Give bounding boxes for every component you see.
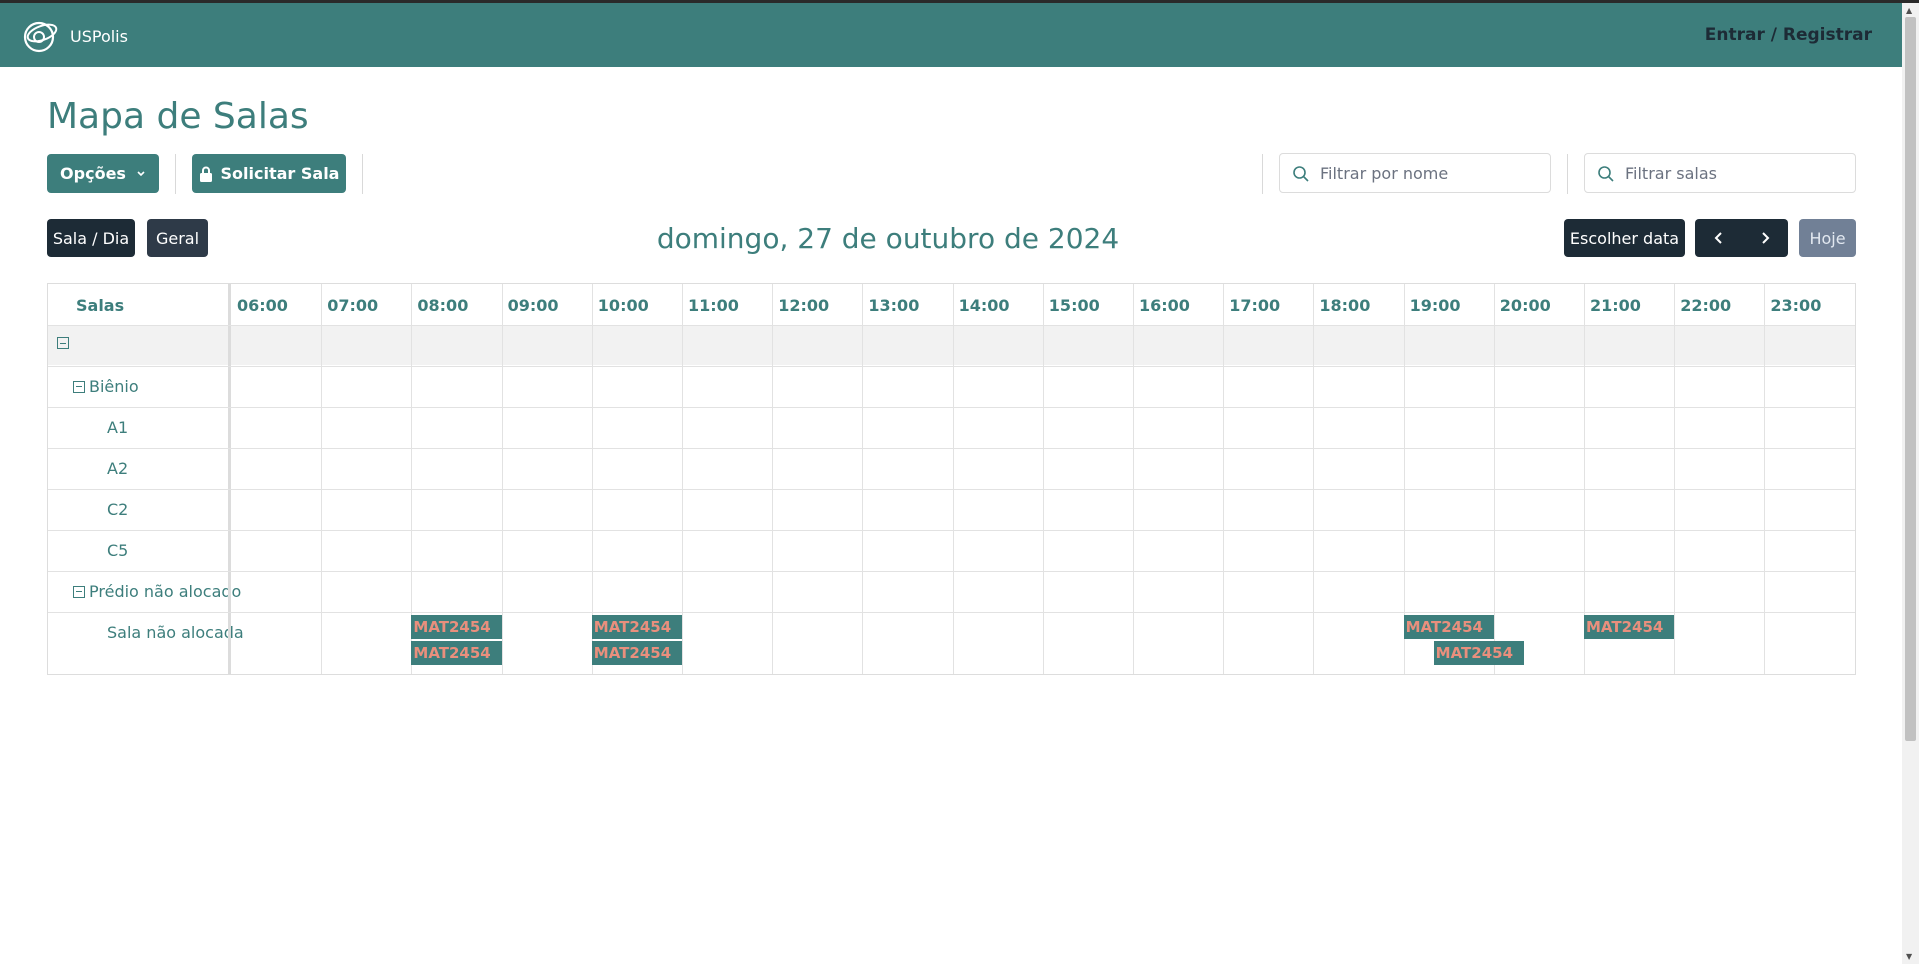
event-block[interactable]: MAT2454 xyxy=(411,641,502,665)
filter-rooms-field[interactable] xyxy=(1584,153,1856,193)
rooms-column-header: Salas xyxy=(76,296,125,315)
hour-header: 18:00 xyxy=(1319,296,1371,315)
filter-rooms-input[interactable] xyxy=(1625,163,1825,183)
hour-gridline xyxy=(501,284,503,674)
hour-header: 15:00 xyxy=(1048,296,1100,315)
date-nav-group xyxy=(1695,219,1788,257)
brand[interactable]: USPolis xyxy=(22,19,128,53)
toolbar-divider xyxy=(1262,154,1263,194)
options-button[interactable]: Opções xyxy=(47,154,159,193)
scroll-up-icon[interactable]: ▲ xyxy=(1906,6,1912,15)
calendar-date-title: domingo, 27 de outubro de 2024 xyxy=(656,222,1120,255)
group-bienio-label[interactable]: Biênio xyxy=(73,377,139,396)
filter-name-input[interactable] xyxy=(1320,163,1520,183)
row-gridline xyxy=(48,407,1855,408)
row-gridline xyxy=(48,489,1855,490)
collapse-icon[interactable] xyxy=(73,380,85,393)
event-block[interactable]: MAT2454 xyxy=(591,615,682,639)
row-gridline xyxy=(48,612,1855,613)
hour-gridline xyxy=(321,284,323,674)
hour-gridline xyxy=(862,284,864,674)
hour-gridline xyxy=(1764,284,1766,674)
next-day-button[interactable] xyxy=(1742,231,1788,245)
hour-gridline xyxy=(1223,284,1225,674)
hour-gridline xyxy=(1493,284,1495,674)
group-predio-text: Prédio não alocado xyxy=(89,582,242,601)
hour-header: 21:00 xyxy=(1590,296,1641,315)
rooms-column-divider xyxy=(228,284,231,674)
prev-day-button[interactable] xyxy=(1696,231,1742,245)
toolbar-divider xyxy=(362,154,363,194)
event-block[interactable]: MAT2454 xyxy=(1403,615,1494,639)
hour-header: 07:00 xyxy=(327,296,379,315)
hour-gridline xyxy=(1042,284,1044,674)
scroll-down-icon[interactable]: ▼ xyxy=(1906,952,1912,961)
hour-header: 19:00 xyxy=(1409,296,1461,315)
row-gridline xyxy=(48,325,1855,326)
search-icon xyxy=(1598,166,1614,182)
hour-header: 14:00 xyxy=(958,296,1010,315)
hour-header: 22:00 xyxy=(1680,296,1732,315)
choose-date-button[interactable]: Escolher data xyxy=(1564,219,1685,257)
room-nao-alocada-label: Sala não alocada xyxy=(107,623,244,642)
chevron-right-icon xyxy=(1761,232,1769,244)
hour-gridline xyxy=(1674,284,1676,674)
hour-header: 08:00 xyxy=(417,296,469,315)
hour-header: 20:00 xyxy=(1499,296,1551,315)
row-gridline xyxy=(48,366,1855,367)
event-block[interactable]: MAT2454 xyxy=(591,641,682,665)
hour-header: 17:00 xyxy=(1229,296,1281,315)
hour-gridline xyxy=(1133,284,1134,674)
row-gridline xyxy=(48,448,1855,449)
row-gridline xyxy=(48,571,1855,572)
room-c2-label: C2 xyxy=(107,500,129,519)
hour-gridline xyxy=(682,284,683,674)
options-label: Opções xyxy=(60,164,126,183)
event-block[interactable]: MAT2454 xyxy=(411,615,502,639)
room-calendar-grid: Salas Biênio A1 A2 C2 C5 Prédio não aloc… xyxy=(47,283,1856,675)
event-block[interactable]: MAT2454 xyxy=(1433,641,1524,665)
filter-name-field[interactable] xyxy=(1279,153,1551,193)
top-navbar: USPolis Entrar / Registrar xyxy=(0,0,1919,67)
hour-gridline xyxy=(772,284,774,674)
collapse-icon[interactable] xyxy=(57,337,69,349)
toolbar-divider xyxy=(175,154,176,194)
hour-header: 23:00 xyxy=(1770,296,1822,315)
request-room-button[interactable]: Solicitar Sala xyxy=(192,154,346,193)
app-name: USPolis xyxy=(70,26,128,46)
search-icon xyxy=(1293,166,1309,182)
request-room-label: Solicitar Sala xyxy=(220,164,340,183)
hour-header: 13:00 xyxy=(868,296,920,315)
hour-header: 09:00 xyxy=(507,296,559,315)
page-title: Mapa de Salas xyxy=(47,96,309,137)
uspolis-logo-icon xyxy=(23,21,58,53)
room-c5-label: C5 xyxy=(107,541,129,560)
group-bienio-text: Biênio xyxy=(89,377,139,396)
hour-header: 12:00 xyxy=(778,296,830,315)
chevron-left-icon xyxy=(1714,232,1722,244)
group-predio-label[interactable]: Prédio não alocado xyxy=(73,582,241,601)
today-button[interactable]: Hoje xyxy=(1799,219,1856,257)
row-gridline xyxy=(48,530,1855,531)
hour-header: 10:00 xyxy=(597,296,649,315)
login-register-link[interactable]: Entrar / Registrar xyxy=(1705,25,1872,45)
collapse-icon[interactable] xyxy=(73,585,85,598)
hour-gridline xyxy=(1313,284,1315,674)
vertical-scrollbar[interactable]: ▲ ▼ xyxy=(1902,3,1919,964)
event-block[interactable]: MAT2454 xyxy=(1584,615,1675,639)
hour-header: 11:00 xyxy=(688,296,739,315)
lock-icon xyxy=(199,166,212,182)
chevron-down-icon xyxy=(137,170,145,176)
room-a2-label: A2 xyxy=(107,459,129,478)
toolbar-divider xyxy=(1567,154,1568,194)
hour-header: 16:00 xyxy=(1139,296,1190,315)
room-a1-label: A1 xyxy=(107,418,129,437)
hour-header: 06:00 xyxy=(237,296,288,315)
hour-gridline xyxy=(952,284,954,674)
group-root-label[interactable] xyxy=(57,337,73,349)
scrollbar-thumb[interactable] xyxy=(1905,17,1916,741)
